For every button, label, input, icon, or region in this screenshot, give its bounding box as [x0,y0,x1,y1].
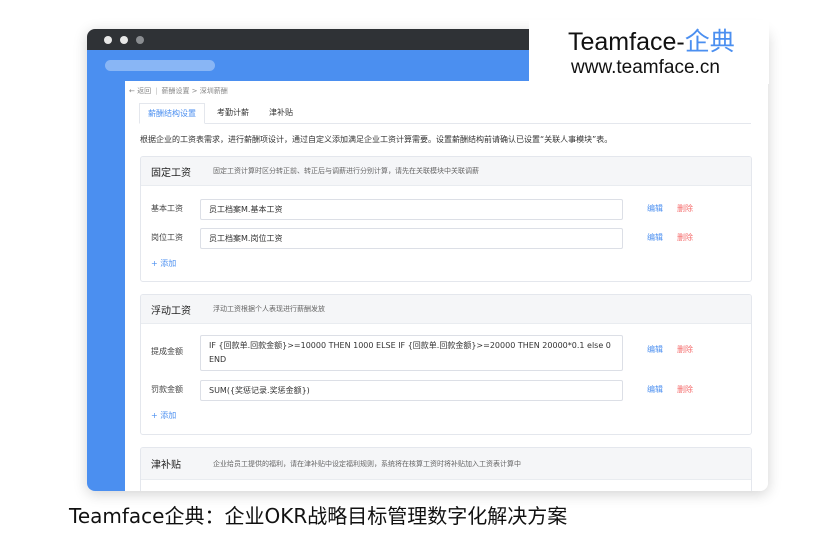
edit-link[interactable]: 编辑 [647,232,663,243]
row-label: 岗位工资 [151,233,183,242]
brand-name-en: Teamface- [568,28,685,56]
back-link[interactable]: ← 返回 [129,86,151,96]
tab-bar: 薪酬结构设置 考勤计薪 津补贴 [139,103,751,124]
allowance-header: 津补贴 企业给员工提供的福利，请在津补贴中设定福利规则，系统将在核算工资时将补贴… [141,448,751,480]
section-title: 浮动工资 [151,305,191,317]
section-note: 固定工资计算时区分转正前、转正后与调薪进行分别计算，请先在关联模块中关联调薪 [213,167,479,175]
formula-line: IF {回款单.回款金额}>=10000 THEN 1000 ELSE IF {… [209,341,611,350]
formula-field[interactable]: 员工档案M.岗位工资 [200,228,623,249]
allowance-section: 津补贴 企业给员工提供的福利，请在津补贴中设定福利规则，系统将在核算工资时将补贴… [140,447,752,491]
delete-link[interactable]: 删除 [677,384,693,395]
tab-salary-structure[interactable]: 薪酬结构设置 [139,103,205,124]
row-label: 基本工资 [151,204,183,213]
edit-link[interactable]: 编辑 [647,384,663,395]
image-caption: Teamface企典：企业OKR战略目标管理数字化解决方案 [69,504,568,528]
section-title: 津补贴 [151,460,181,471]
breadcrumb: ← 返回 | 薪酬设置 > 深圳薪酬 [129,86,228,96]
delete-link[interactable]: 删除 [677,344,693,355]
add-item-button[interactable]: + 添加 [151,258,176,269]
row-label: 罚款金额 [151,385,183,394]
brand-logo-text: Teamface-企典 [568,22,735,58]
delete-link[interactable]: 删除 [677,232,693,243]
tab-allowance[interactable]: 津补贴 [261,103,301,122]
delete-link[interactable]: 删除 [677,203,693,214]
formula-field[interactable]: SUM({奖惩记录.奖惩金额}) [200,380,623,401]
row-label: 提成金额 [151,347,183,356]
window-close-dot-icon[interactable] [104,35,112,44]
main-panel: ← 返回 | 薪酬设置 > 深圳薪酬 薪酬结构设置 考勤计薪 津补贴 根据企业的… [125,81,768,491]
section-note: 企业给员工提供的福利，请在津补贴中设定福利规则，系统将在核算工资时将补贴加入工资… [213,459,521,468]
brand-url: www.teamface.cn [571,57,720,78]
edit-link[interactable]: 编辑 [647,344,663,355]
fixed-salary-header: 固定工资 固定工资计算时区分转正前、转正后与调薪进行分别计算，请先在关联模块中关… [141,157,751,186]
edit-link[interactable]: 编辑 [647,203,663,214]
browser-window: ← 返回 | 薪酬设置 > 深圳薪酬 薪酬结构设置 考勤计薪 津补贴 根据企业的… [87,29,768,491]
app-sidebar [87,110,125,491]
section-note: 浮动工资根据个人表现进行薪酬发放 [213,305,325,313]
address-bar[interactable] [105,60,215,71]
float-salary-section: 浮动工资 浮动工资根据个人表现进行薪酬发放 提成金额 IF {回款单.回款金额}… [140,294,752,435]
formula-line: END [209,355,227,364]
formula-field[interactable]: 员工档案M.基本工资 [200,199,623,220]
window-minimize-dot-icon[interactable] [120,35,128,44]
add-item-button[interactable]: + 添加 [151,410,176,421]
fixed-salary-section: 固定工资 固定工资计算时区分转正前、转正后与调薪进行分别计算，请先在关联模块中关… [140,156,752,282]
tab-attendance-pay[interactable]: 考勤计薪 [209,103,257,122]
brand-name-cn: 企典 [684,28,735,56]
float-salary-header: 浮动工资 浮动工资根据个人表现进行薪酬发放 [141,295,751,324]
formula-field[interactable]: IF {回款单.回款金额}>=10000 THEN 1000 ELSE IF {… [200,335,623,371]
window-maximize-dot-icon[interactable] [136,35,144,44]
section-title: 固定工资 [151,167,191,179]
page-description: 根据企业的工资表需求，进行薪酬项设计，通过自定义添加满足企业工资计算需要。设置薪… [140,135,613,144]
brand-watermark: Teamface-企典 www.teamface.cn [529,20,769,84]
breadcrumb-path: 薪酬设置 > 深圳薪酬 [161,87,228,95]
